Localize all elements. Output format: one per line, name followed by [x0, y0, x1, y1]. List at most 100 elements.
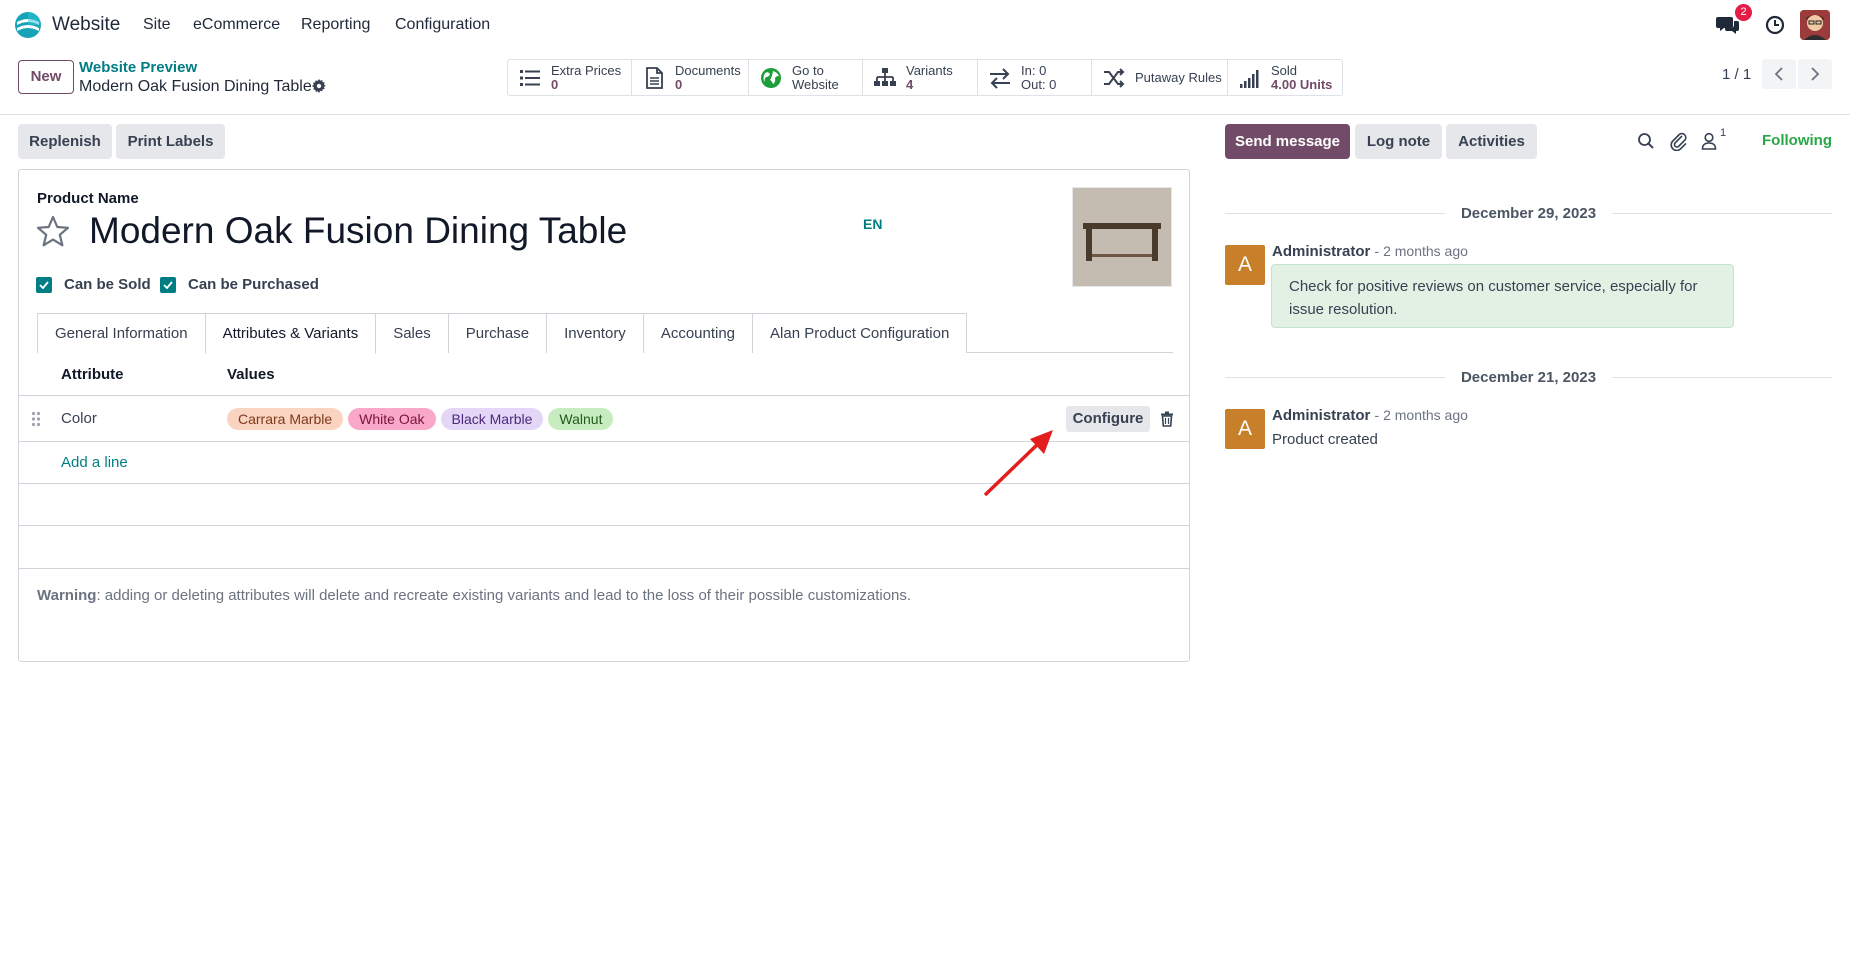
globe-icon: [761, 67, 781, 88]
menu-ecommerce[interactable]: eCommerce: [193, 16, 280, 34]
author-name[interactable]: Administrator: [1272, 407, 1370, 424]
star-icon[interactable]: [35, 214, 71, 250]
documents-button[interactable]: Documents 0: [632, 60, 749, 95]
control-panel: New Website Preview Modern Oak Fusion Di…: [0, 50, 1850, 115]
sitemap-icon: [874, 67, 896, 86]
drag-handle-icon[interactable]: [31, 411, 41, 427]
extra-prices-label: Extra Prices: [551, 62, 622, 78]
putaway-rules-label: Putaway Rules: [1135, 69, 1222, 85]
in-out-button[interactable]: In: 0 Out: 0: [978, 60, 1092, 95]
product-name-field[interactable]: Modern Oak Fusion Dining Table: [89, 210, 627, 252]
product-image[interactable]: [1072, 187, 1172, 287]
new-button[interactable]: New: [18, 60, 74, 94]
user-icon: [1701, 132, 1717, 150]
activity-systray[interactable]: [1765, 10, 1787, 40]
sold-button[interactable]: Sold 4.00 Units: [1228, 60, 1342, 95]
message-time: - 2 months ago: [1374, 243, 1468, 259]
paperclip-icon[interactable]: [1670, 131, 1688, 151]
date-separator: December 21, 2023: [1225, 367, 1833, 387]
check-icon: [36, 276, 52, 293]
warning-text: Warning: adding or deleting attributes w…: [37, 587, 911, 604]
message-author: Administrator - 2 months ago: [1272, 243, 1468, 260]
product-table-picture-icon: [1073, 188, 1171, 286]
value-tag: Walnut: [548, 408, 614, 430]
column-values[interactable]: Values: [227, 366, 275, 383]
avatar[interactable]: A: [1225, 409, 1265, 449]
message-time: - 2 months ago: [1374, 407, 1468, 423]
go-to-website-button[interactable]: Go to Website: [749, 60, 863, 95]
message-date: December 21, 2023: [1460, 368, 1597, 386]
app-name[interactable]: Website: [52, 14, 120, 36]
website-app-logo-icon[interactable]: [14, 11, 42, 39]
menu-configuration[interactable]: Configuration: [395, 16, 490, 34]
can-be-purchased-label: Can be Purchased: [188, 276, 319, 293]
author-name[interactable]: Administrator: [1272, 243, 1370, 260]
tab-attributes-variants[interactable]: Attributes & Variants: [204, 313, 377, 354]
attribute-values[interactable]: Carrara Marble White Oak Black Marble Wa…: [227, 408, 618, 430]
attribute-name[interactable]: Color: [61, 410, 97, 427]
list-icon: [520, 69, 540, 86]
value-tag: Black Marble: [440, 408, 544, 430]
clock-icon: [1765, 15, 1785, 35]
language-button[interactable]: EN: [863, 216, 882, 232]
message-body: Product created: [1272, 431, 1378, 448]
attributes-table-header: Attribute Values: [19, 354, 1189, 396]
website-label: Website: [792, 76, 839, 92]
messages-systray[interactable]: 2: [1716, 4, 1752, 40]
document-icon: [646, 66, 663, 89]
pager-value[interactable]: 1 / 1: [1722, 66, 1751, 83]
gear-icon[interactable]: [312, 79, 326, 93]
avatar[interactable]: A: [1225, 245, 1265, 285]
replenish-button[interactable]: Replenish: [18, 124, 112, 159]
variants-value: 4: [906, 76, 914, 92]
trash-icon[interactable]: [1160, 411, 1174, 427]
in-count: In: 0: [1021, 62, 1047, 78]
following-button[interactable]: Following: [1762, 132, 1832, 149]
tab-purchase[interactable]: Purchase: [447, 313, 548, 353]
date-separator: December 29, 2023: [1225, 203, 1833, 223]
message-body: Check for positive reviews on customer s…: [1271, 264, 1734, 328]
exchange-icon: [990, 67, 1010, 89]
user-avatar[interactable]: [1800, 10, 1830, 40]
extra-prices-value: 0: [551, 76, 559, 92]
pager-next-button[interactable]: [1798, 59, 1832, 89]
print-labels-button[interactable]: Print Labels: [116, 124, 225, 159]
message-author: Administrator - 2 months ago: [1272, 407, 1468, 424]
sold-label: Sold: [1271, 62, 1298, 78]
tab-accounting[interactable]: Accounting: [642, 313, 754, 353]
tab-sales[interactable]: Sales: [375, 313, 449, 353]
pager-previous-button[interactable]: [1762, 59, 1796, 89]
putaway-rules-button[interactable]: Putaway Rules: [1092, 60, 1228, 95]
search-icon[interactable]: [1637, 132, 1655, 150]
menu-reporting[interactable]: Reporting: [301, 16, 370, 34]
breadcrumb-website-preview[interactable]: Website Preview: [79, 59, 197, 76]
can-be-purchased-checkbox[interactable]: Can be Purchased: [160, 276, 319, 293]
value-tag: White Oak: [348, 408, 436, 430]
value-tag: Carrara Marble: [227, 408, 344, 430]
warning-message: : adding or deleting attributes will del…: [96, 587, 912, 604]
add-a-line-link[interactable]: Add a line: [61, 454, 128, 471]
extra-prices-button[interactable]: Extra Prices 0: [508, 60, 632, 95]
tab-inventory[interactable]: Inventory: [546, 313, 644, 353]
configure-button[interactable]: Configure: [1066, 406, 1150, 432]
documents-value: 0: [675, 76, 683, 92]
top-navbar: Website Site eCommerce Reporting Configu…: [0, 0, 1850, 50]
variants-button[interactable]: Variants 4: [863, 60, 978, 95]
tab-alan-product-configuration[interactable]: Alan Product Configuration: [752, 313, 968, 353]
followers-button[interactable]: 1: [1701, 127, 1733, 152]
annotation-arrow-icon: [983, 430, 1053, 497]
activities-button[interactable]: Activities: [1446, 124, 1537, 159]
chevron-right-icon: [1811, 67, 1820, 81]
chevron-left-icon: [1774, 67, 1783, 81]
tab-general-information[interactable]: General Information: [37, 313, 206, 353]
go-to-label: Go to: [792, 62, 824, 78]
send-message-button[interactable]: Send message: [1225, 124, 1350, 159]
message-count-badge: 2: [1735, 4, 1752, 21]
followers-count: 1: [1720, 127, 1727, 139]
empty-row: [19, 527, 1189, 569]
column-attribute[interactable]: Attribute: [61, 366, 124, 383]
check-icon: [160, 276, 176, 293]
log-note-button[interactable]: Log note: [1355, 124, 1442, 159]
can-be-sold-checkbox[interactable]: Can be Sold: [36, 276, 151, 293]
menu-site[interactable]: Site: [143, 16, 171, 34]
